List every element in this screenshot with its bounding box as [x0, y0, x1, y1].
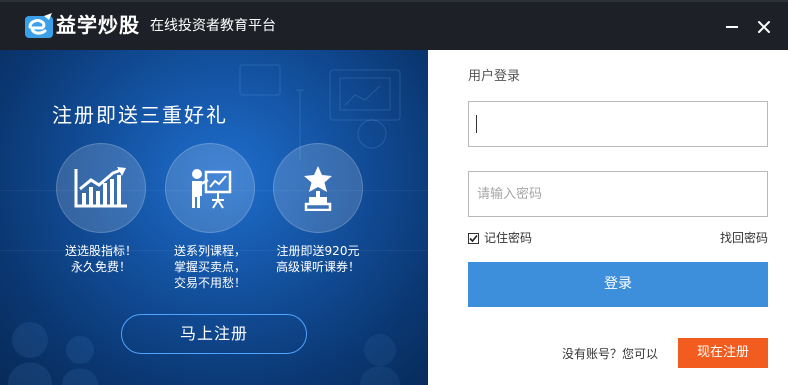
gift-2-line-3: 交易不用愁！: [173, 276, 246, 290]
checkmark-icon: [469, 234, 478, 242]
close-button[interactable]: [754, 17, 774, 37]
brand-name: 益学炒股: [56, 13, 140, 37]
gift-3-line-2: 高级课听课券！: [275, 260, 360, 274]
login-title: 用户登录: [468, 69, 521, 84]
gift-1-text: 送选股指标！ 永久免费！: [41, 243, 161, 275]
minimize-button[interactable]: [722, 17, 742, 37]
brand-tagline: 在线投资者教育平台: [150, 18, 276, 34]
signup-button[interactable]: 现在注册: [678, 338, 768, 368]
gift-circle-indicator: [56, 143, 146, 233]
login-button[interactable]: 登录: [468, 262, 768, 307]
remember-checkbox[interactable]: [468, 232, 479, 244]
forgot-password-link[interactable]: 找回密码: [720, 230, 768, 246]
gift-1-line-2: 永久免费！: [70, 260, 131, 274]
title-bar: 益学炒股 在线投资者教育平台: [0, 0, 788, 50]
remember-label: 记住密码: [484, 231, 533, 245]
stock-chart-icon: [74, 167, 127, 208]
gift-2-text: 送系列课程， 掌握买卖点， 交易不用愁！: [150, 243, 270, 291]
trophy-star-icon: [304, 166, 332, 211]
close-icon: [758, 21, 770, 33]
gift-2-line-1: 送系列课程，: [173, 244, 246, 258]
remember-password-toggle[interactable]: 记住密码: [468, 230, 532, 246]
gift-1-line-1: 送选股指标！: [64, 244, 137, 258]
username-input[interactable]: [468, 101, 768, 147]
promo-title: 注册即送三重好礼: [52, 103, 228, 127]
login-panel: 用户登录 记住密码 找回密码 登录 没有账号？您可以 现在注册: [428, 50, 788, 385]
logo-icon: [25, 13, 53, 38]
gift-circle-voucher: [273, 143, 363, 233]
no-account-text: 没有账号？您可以: [562, 347, 659, 361]
promo-panel: 注册即送三重好礼 送选股指标！ 永久免费！ 送系列课程， 掌握买卖点， 交易不用…: [0, 50, 428, 385]
gift-3-line-1: 注册即送920元: [276, 244, 360, 258]
text-caret: [476, 115, 477, 133]
minimize-icon: [726, 26, 738, 28]
gift-circle-course: [165, 143, 255, 233]
lecture-board-icon: [192, 169, 232, 209]
quick-register-button[interactable]: 马上注册: [121, 314, 307, 354]
password-input[interactable]: [468, 171, 768, 217]
gift-3-text: 注册即送920元 高级课听课券！: [258, 243, 378, 275]
gift-2-line-2: 掌握买卖点，: [173, 260, 246, 274]
